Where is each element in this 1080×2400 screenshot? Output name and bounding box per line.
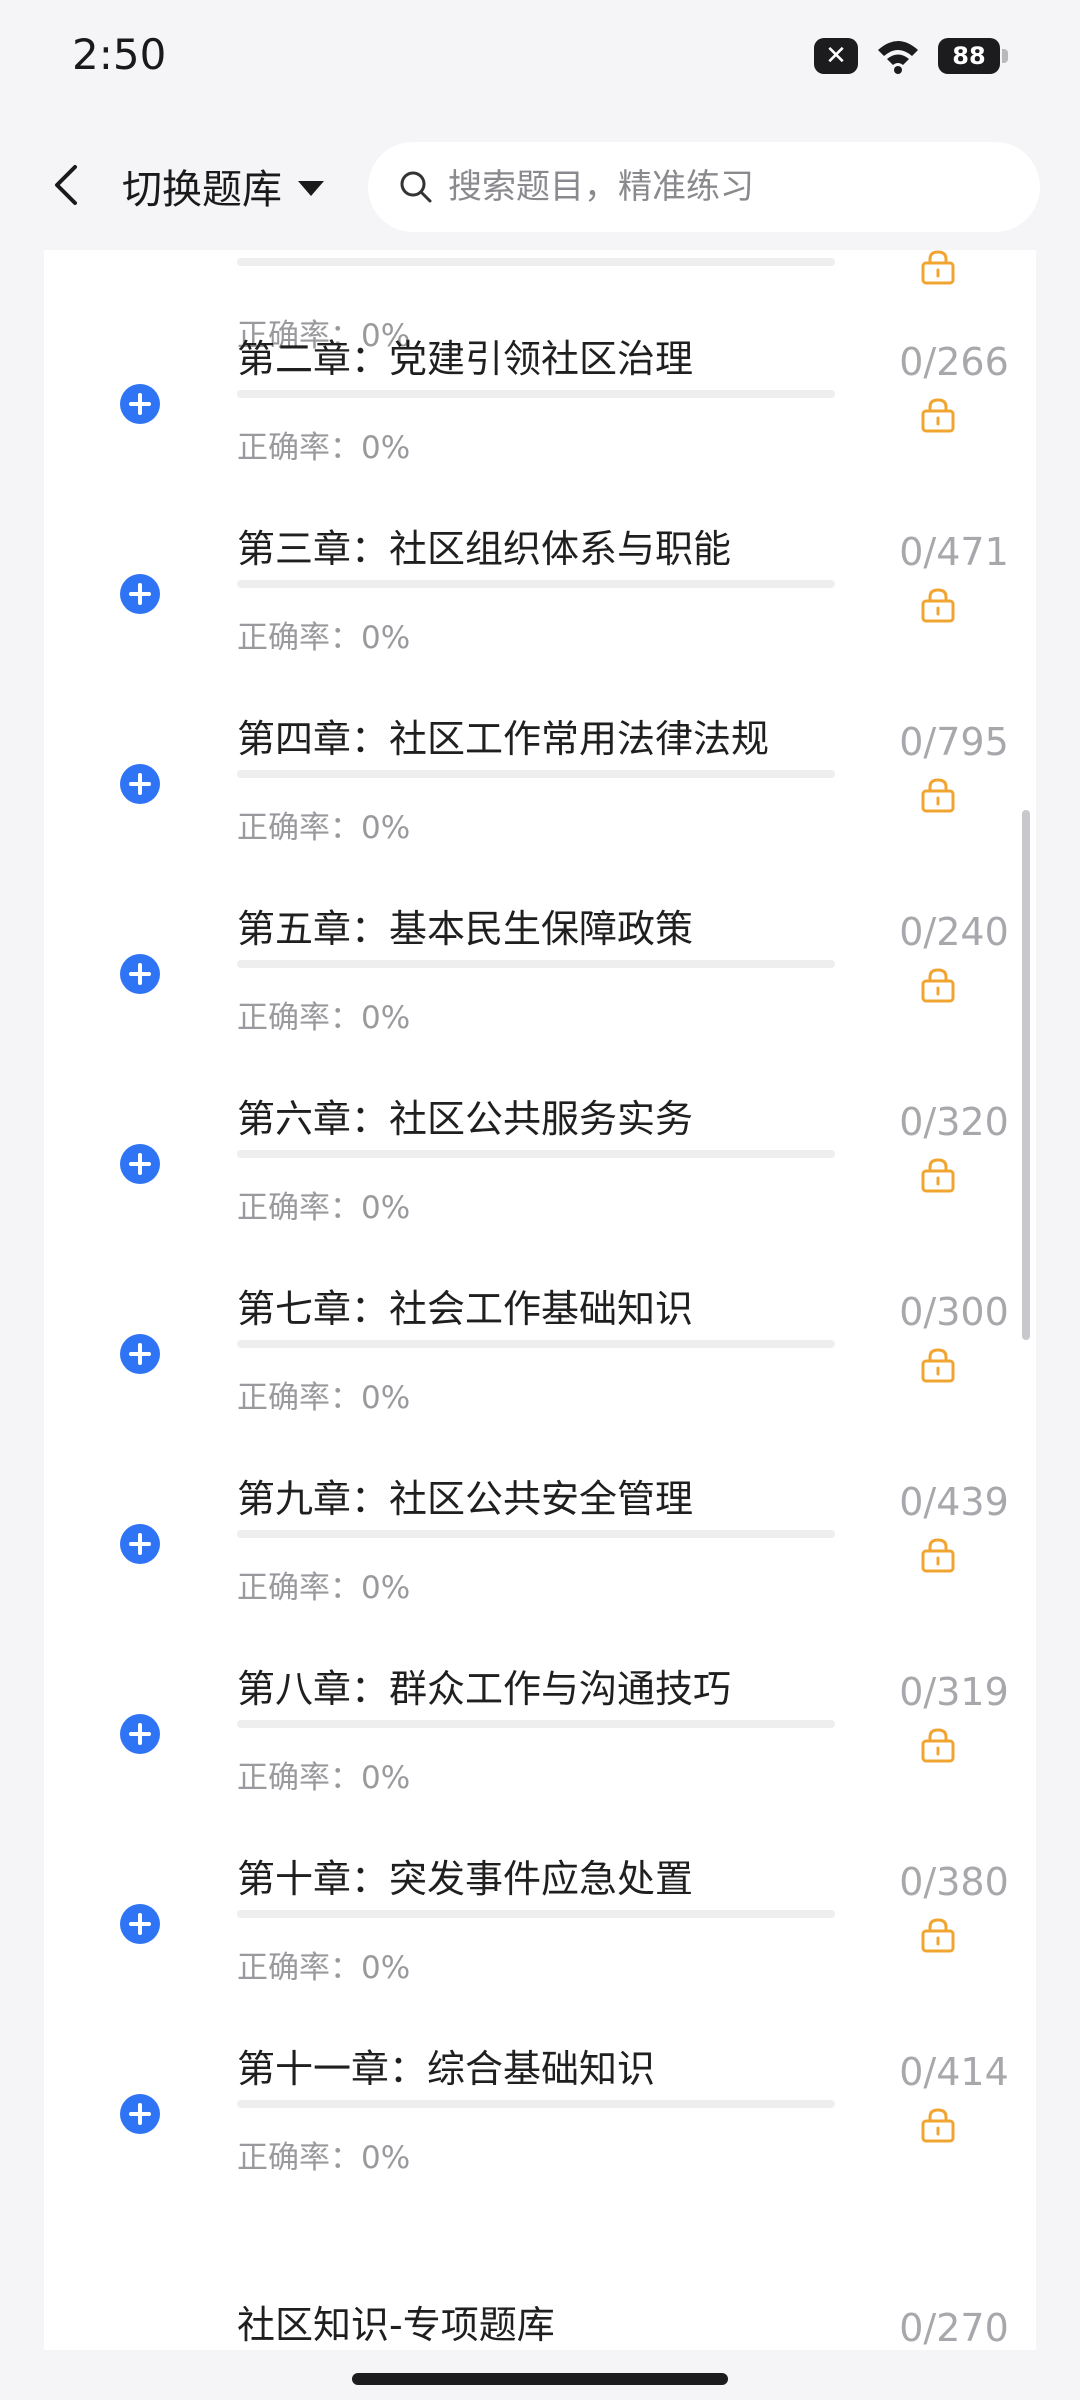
question-count: 0/270	[899, 2306, 1009, 2350]
plus-circle-icon[interactable]	[120, 954, 160, 994]
progress-bar	[237, 1340, 835, 1348]
plus-circle-icon[interactable]	[120, 764, 160, 804]
search-icon	[400, 171, 432, 203]
accuracy-label: 正确率：0%	[237, 620, 411, 656]
accuracy-label: 正确率：0%	[237, 1380, 411, 1416]
progress-bar	[237, 770, 835, 778]
lock-icon	[921, 1538, 955, 1573]
caret-down-icon	[298, 180, 324, 196]
wifi-icon	[876, 38, 920, 74]
progress-bar	[237, 2100, 835, 2108]
chapter-row-partial-bottom[interactable]: 社区知识-专项题库 0/270	[44, 2268, 1036, 2350]
progress-bar	[237, 960, 835, 968]
accuracy-label: 正确率：0%	[237, 1190, 411, 1226]
chapter-row[interactable]: 第七章：社会工作基础知识 0/300 正确率：0%	[44, 1278, 1036, 1468]
question-count: 0/380	[899, 1860, 1009, 1904]
top-bar: 切换题库	[0, 118, 1080, 250]
lock-icon	[921, 968, 955, 1003]
plus-circle-icon[interactable]	[120, 1714, 160, 1754]
chapter-title: 第九章：社区公共安全管理	[237, 1477, 694, 1521]
plus-circle-icon[interactable]	[120, 1524, 160, 1564]
plus-circle-icon[interactable]	[120, 574, 160, 614]
chapter-title: 第六章：社区公共服务实务	[237, 1097, 694, 1141]
search-input[interactable]	[446, 166, 1006, 208]
accuracy-label: 正确率：0%	[237, 1950, 411, 1986]
switch-question-bank-label: 切换题库	[122, 167, 282, 213]
progress-bar	[237, 580, 835, 588]
lock-icon	[921, 250, 955, 285]
accuracy-label: 正确率：0%	[237, 1570, 411, 1606]
chapter-row[interactable]: 第十一章：综合基础知识 0/414 正确率：0%	[44, 2038, 1036, 2228]
lock-icon	[921, 1348, 955, 1383]
plus-circle-icon[interactable]	[120, 1144, 160, 1184]
accuracy-label: 正确率：0%	[237, 1760, 411, 1796]
question-count: 0/471	[899, 530, 1009, 574]
accuracy-label: 正确率：0%	[237, 1000, 411, 1036]
question-count: 0/319	[899, 1670, 1009, 1714]
progress-bar	[237, 258, 835, 266]
chapter-row[interactable]: 第五章：基本民生保障政策 0/240 正确率：0%	[44, 898, 1036, 1088]
progress-bar	[237, 390, 835, 398]
chapter-row[interactable]: 第十章：突发事件应急处置 0/380 正确率：0%	[44, 1848, 1036, 2038]
question-count: 0/795	[899, 720, 1009, 764]
back-button[interactable]	[36, 150, 96, 220]
accuracy-label: 正确率：0%	[237, 2140, 411, 2176]
chapter-row-partial-top[interactable]: 正确率：0%	[44, 250, 1036, 354]
chapter-title: 第三章：社区组织体系与职能	[237, 527, 732, 571]
battery-icon: 88	[938, 38, 1008, 74]
question-count: 0/266	[899, 340, 1009, 384]
chapter-row[interactable]: 第二章：党建引领社区治理 0/266 正确率：0%	[44, 328, 1036, 518]
chapter-row[interactable]: 第八章：群众工作与沟通技巧 0/319 正确率：0%	[44, 1658, 1036, 1848]
lock-icon	[921, 1728, 955, 1763]
chapter-title: 第八章：群众工作与沟通技巧	[237, 1667, 732, 1711]
lock-icon	[921, 1158, 955, 1193]
lock-icon	[921, 588, 955, 623]
question-count: 0/414	[899, 2050, 1009, 2094]
progress-bar	[237, 1910, 835, 1918]
switch-question-bank-button[interactable]: 切换题库	[122, 158, 324, 214]
battery-level: 88	[952, 42, 986, 70]
chapter-title: 第二章：党建引领社区治理	[237, 337, 694, 381]
scrollbar[interactable]	[1022, 810, 1030, 1340]
chapter-list: 正确率：0% 第二章：党建引领社区治理 0/266 正确率：0% 第三章：社区组…	[44, 250, 1036, 2350]
home-indicator[interactable]	[352, 2373, 728, 2385]
notification-x-icon: ✕	[814, 38, 858, 74]
plus-circle-icon[interactable]	[120, 384, 160, 424]
question-count: 0/320	[899, 1100, 1009, 1144]
chapter-title: 第五章：基本民生保障政策	[237, 907, 694, 951]
lock-icon	[921, 778, 955, 813]
chapter-title: 社区知识-专项题库	[237, 2303, 555, 2347]
progress-bar	[237, 1530, 835, 1538]
chevron-left-icon	[55, 165, 77, 205]
chapter-row[interactable]: 第六章：社区公共服务实务 0/320 正确率：0%	[44, 1088, 1036, 1278]
lock-icon	[921, 1918, 955, 1953]
lock-icon	[921, 398, 955, 433]
status-time: 2:50	[72, 30, 167, 79]
search-bar[interactable]	[368, 142, 1040, 232]
plus-circle-icon[interactable]	[120, 1904, 160, 1944]
chapter-title: 第十章：突发事件应急处置	[237, 1857, 694, 1901]
progress-bar	[237, 1150, 835, 1158]
chapter-title: 第十一章：综合基础知识	[237, 2047, 656, 2091]
chapter-title: 第四章：社区工作常用法律法规	[237, 717, 770, 761]
progress-bar	[237, 1720, 835, 1728]
status-icons: ✕ 88	[814, 38, 1008, 74]
question-count: 0/300	[899, 1290, 1009, 1334]
lock-icon	[921, 2108, 955, 2143]
question-count: 0/240	[899, 910, 1009, 954]
plus-circle-icon[interactable]	[120, 1334, 160, 1374]
chapter-row[interactable]: 第四章：社区工作常用法律法规 0/795 正确率：0%	[44, 708, 1036, 898]
accuracy-label: 正确率：0%	[237, 810, 411, 846]
chapter-row[interactable]: 第九章：社区公共安全管理 0/439 正确率：0%	[44, 1468, 1036, 1658]
chapter-title: 第七章：社会工作基础知识	[237, 1287, 694, 1331]
accuracy-label: 正确率：0%	[237, 430, 411, 466]
status-bar: 2:50 ✕ 88	[0, 0, 1080, 118]
question-count: 0/439	[899, 1480, 1009, 1524]
chapter-row[interactable]: 第三章：社区组织体系与职能 0/471 正确率：0%	[44, 518, 1036, 708]
plus-circle-icon[interactable]	[120, 2094, 160, 2134]
